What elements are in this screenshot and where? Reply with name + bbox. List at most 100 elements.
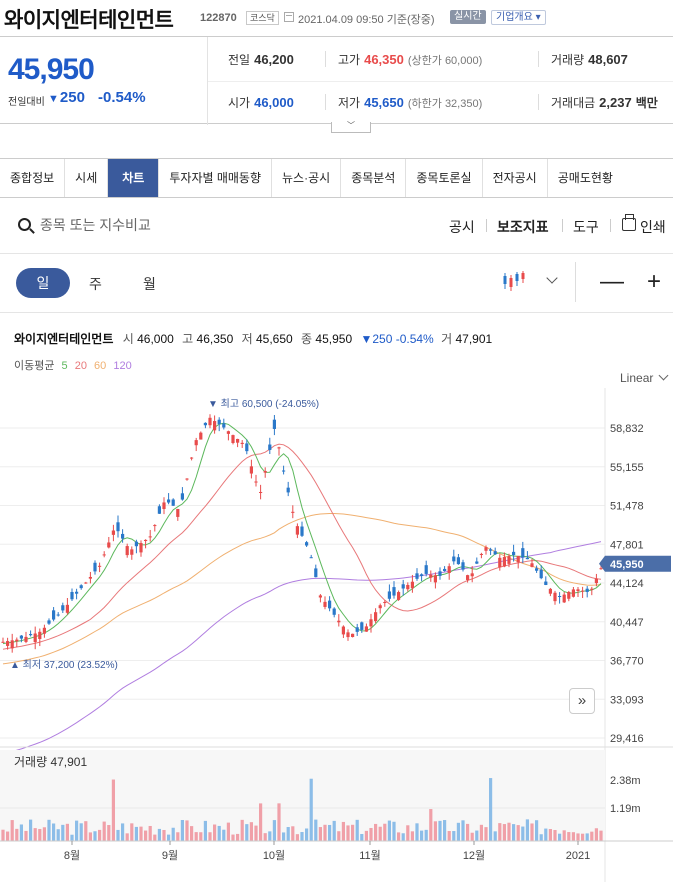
volume-bar (222, 829, 226, 841)
candle-body (134, 541, 138, 547)
volume-bar (337, 831, 341, 841)
candlestick-icon[interactable] (502, 270, 526, 292)
realtime-badge[interactable]: 실시간 (450, 10, 486, 24)
period-month[interactable]: 월 (143, 274, 156, 294)
volume-tick-label: 1.19m (610, 803, 641, 815)
volume-bar (203, 820, 207, 841)
volume-bar (167, 834, 171, 841)
volume-bar (360, 833, 364, 841)
tab-news[interactable]: 뉴스·공시 (272, 159, 342, 197)
candle-body (153, 525, 157, 527)
company-info-button[interactable]: 기업개요 ▾ (491, 10, 546, 25)
indicator-button[interactable]: 보조지표 (497, 217, 549, 237)
volume-bar (585, 833, 589, 841)
zoom-out-button[interactable]: — (600, 268, 624, 296)
volume-bar (199, 832, 203, 841)
scale-select[interactable]: Linear (620, 371, 667, 385)
volume-bar (134, 826, 138, 841)
period-week[interactable]: 주 (89, 274, 102, 294)
tab-analysis[interactable]: 종목분석 (341, 159, 407, 197)
current-price: 45,950 (8, 53, 95, 86)
volume-bar (116, 829, 120, 841)
volume-bar (461, 820, 465, 841)
candle-body (562, 594, 566, 603)
candle-body (33, 633, 37, 643)
search-icon[interactable] (18, 218, 31, 231)
volume-bar (328, 824, 332, 841)
tab-investor[interactable]: 투자자별 매매동향 (159, 159, 273, 197)
tab-overview[interactable]: 종합정보 (0, 159, 66, 197)
volume-bar (130, 823, 134, 841)
quote-box: 45,950 전일대비 250 -0.54% 전일46,200 고가46,350… (0, 36, 673, 125)
tab-disclosure[interactable]: 전자공시 (483, 159, 548, 197)
tab-chart[interactable]: 차트 (108, 159, 160, 197)
volume-bar (383, 823, 387, 841)
ma20-line (2, 443, 602, 650)
volume-bar (410, 831, 414, 841)
chevron-down-icon[interactable] (546, 272, 558, 284)
candle-body (217, 419, 221, 425)
volume-label: 거래량 47,901 (14, 755, 87, 769)
volume-bar (346, 825, 350, 841)
chart-expand-icon[interactable]: » (569, 688, 595, 714)
candle-body (84, 582, 88, 584)
price-tick-label: 36,770 (610, 656, 644, 668)
expand-quote-button[interactable]: ﹀ (331, 122, 371, 133)
candle-body (88, 576, 92, 579)
candle-body (521, 548, 525, 558)
candle-body (121, 533, 125, 539)
candle-body (548, 588, 552, 594)
volume-bar (548, 829, 552, 841)
candle-body (176, 508, 180, 517)
volume-bar (406, 825, 410, 841)
print-button[interactable]: 인쇄 (640, 217, 666, 237)
price-chart[interactable]: 58,832 55,155 51,478 47,801 44,124 40,447 36,7… (0, 388, 673, 882)
prev-close: 전일 46,200 (228, 52, 294, 67)
volume-bar (305, 828, 309, 841)
candle-body (180, 493, 184, 500)
volume-bar (392, 821, 396, 841)
volume-bar (594, 828, 598, 841)
compare-search-input[interactable] (40, 214, 240, 236)
volume-bar (466, 823, 470, 841)
volume-bar (300, 832, 304, 841)
candle-body (461, 562, 465, 570)
volume-bar (590, 831, 594, 841)
volume-bar (484, 827, 488, 841)
tab-short-selling[interactable]: 공매도현황 (548, 159, 623, 197)
candle-body (374, 612, 378, 622)
candle-body (328, 600, 332, 609)
volume-bar (295, 834, 299, 841)
disclosure-button[interactable]: 공시 (449, 217, 475, 237)
tab-discussion[interactable]: 종목토론실 (406, 159, 483, 197)
x-tick-label: 8월 (64, 849, 80, 862)
candle-body (525, 557, 529, 560)
volume-bar (470, 832, 474, 841)
candle-body (410, 581, 414, 589)
tools-button[interactable]: 도구 (573, 217, 599, 237)
candle-body (544, 581, 548, 585)
tab-price[interactable]: 시세 (65, 159, 109, 197)
x-tick-label: 12월 (463, 849, 485, 862)
quote-divider (208, 81, 673, 82)
candle-body (79, 585, 83, 589)
candle-body (75, 591, 79, 594)
candle-body (489, 549, 493, 551)
volume-bar (121, 823, 125, 841)
volume-bar (65, 823, 69, 841)
candle-body (429, 574, 433, 578)
candle-body (512, 551, 516, 556)
volume-bar (530, 823, 534, 841)
volume-bar (420, 830, 424, 841)
volume-bar (254, 825, 258, 841)
period-day[interactable]: 일 (16, 268, 70, 298)
candle-body (249, 466, 253, 474)
candle-body (387, 591, 391, 599)
printer-icon[interactable] (622, 214, 636, 231)
candle-body (277, 447, 281, 449)
zoom-in-button[interactable]: + (647, 268, 661, 296)
volume-bar (479, 824, 483, 841)
candle-body (415, 573, 419, 579)
candle-body (240, 442, 244, 444)
volume-bar (240, 819, 244, 841)
